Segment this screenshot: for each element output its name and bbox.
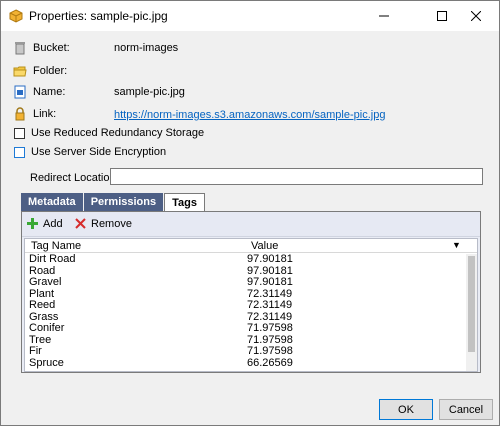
- reduced-redundancy-label: Use Reduced Redundancy Storage: [31, 127, 205, 139]
- table-row[interactable]: Dirt Road 97.90181: [25, 253, 465, 266]
- table-row[interactable]: Gravel 97.90181: [25, 276, 465, 289]
- table-row[interactable]: Reed 72.31149: [25, 299, 465, 312]
- tag-name-cell: Spruce: [29, 356, 64, 369]
- tab-metadata[interactable]: Metadata: [21, 193, 84, 211]
- grid-header: Tag Name Value ▼: [25, 239, 477, 253]
- table-row[interactable]: Road 97.90181: [25, 265, 465, 278]
- column-header-value[interactable]: Value: [251, 240, 278, 252]
- title-bar[interactable]: Properties: sample-pic.jpg: [1, 1, 499, 31]
- table-row[interactable]: Plant 72.31149: [25, 288, 465, 301]
- tags-grid[interactable]: Tag Name Value ▼ Dirt Road 97.90181 Road 9…: [24, 238, 478, 372]
- grid-rows: Dirt Road 97.90181 Road 97.90181 Gravel 97.…: [25, 253, 465, 370]
- bucket-label: Bucket:: [33, 42, 70, 54]
- sse-checkbox[interactable]: Use Server Side Encryption: [14, 146, 166, 158]
- name-value: sample-pic.jpg: [114, 86, 185, 98]
- table-row[interactable]: Fir 71.97598: [25, 345, 465, 358]
- remove-icon: [74, 217, 87, 230]
- properties-window: Properties: sample-pic.jpg Bucket: norm-…: [0, 0, 500, 426]
- sse-label: Use Server Side Encryption: [31, 146, 167, 158]
- column-header-tag-name[interactable]: Tag Name: [31, 240, 81, 252]
- table-row[interactable]: Grass 72.31149: [25, 311, 465, 324]
- tag-name-cell: Conifer: [29, 322, 65, 334]
- tag-name-cell: Dirt Road: [29, 253, 76, 265]
- add-label: Add: [43, 217, 63, 230]
- link-row: Link:: [13, 106, 113, 122]
- app-cube-icon: [9, 9, 23, 23]
- name-row: Name:: [13, 84, 113, 100]
- folder-icon: [13, 64, 27, 78]
- tab-tags[interactable]: Tags: [164, 193, 205, 212]
- table-row[interactable]: Conifer 71.97598: [25, 322, 465, 335]
- folder-row: Folder:: [13, 63, 113, 79]
- tags-panel: Add Remove Tag Name Value ▼ Dirt Road 97.…: [21, 211, 481, 373]
- checkbox-box[interactable]: [14, 127, 25, 139]
- tag-value-cell: 97.90181: [247, 276, 293, 288]
- table-row[interactable]: Tree 71.97598: [25, 334, 465, 347]
- redirect-location-label: Redirect Location:: [30, 172, 119, 184]
- window-title: Properties: sample-pic.jpg: [29, 9, 168, 23]
- add-icon: [26, 217, 39, 230]
- dialog-content: Bucket: norm-images Folder: Name: sample…: [1, 31, 499, 425]
- cancel-button[interactable]: Cancel: [439, 399, 493, 420]
- vertical-scrollbar[interactable]: [466, 254, 477, 371]
- minimize-button[interactable]: [361, 1, 407, 31]
- column-dropdown-icon[interactable]: ▼: [452, 240, 461, 250]
- ok-button[interactable]: OK: [379, 399, 433, 420]
- tag-value-cell: 71.97598: [247, 345, 293, 357]
- table-row[interactable]: Spruce 66.26569: [25, 356, 465, 370]
- minimize-icon: [379, 15, 389, 17]
- maximize-icon: [437, 11, 447, 21]
- tab-permissions[interactable]: Permissions: [83, 193, 165, 211]
- remove-tag-button[interactable]: Remove: [74, 217, 132, 230]
- scrollbar-thumb[interactable]: [468, 256, 475, 352]
- tag-value-cell: 97.90181: [247, 253, 293, 265]
- tab-strip: Metadata Permissions Tags: [21, 193, 205, 212]
- tag-name-cell: Reed: [29, 299, 56, 311]
- trash-bucket-icon: [13, 41, 27, 55]
- folder-label: Folder:: [33, 65, 68, 77]
- name-label: Name:: [33, 86, 66, 98]
- lock-icon: [13, 107, 27, 121]
- add-tag-button[interactable]: Add: [26, 217, 63, 230]
- tag-name-cell: Gravel: [29, 276, 62, 288]
- reduced-redundancy-checkbox[interactable]: Use Reduced Redundancy Storage: [14, 127, 204, 139]
- tag-value-cell: 71.97598: [247, 322, 293, 334]
- remove-label: Remove: [91, 217, 132, 230]
- redirect-location-input[interactable]: [110, 168, 483, 185]
- bucket-value: norm-images: [114, 42, 179, 54]
- tag-value-cell: 72.31149: [247, 299, 293, 311]
- checkbox-box[interactable]: [14, 146, 25, 158]
- close-button[interactable]: [453, 1, 499, 31]
- close-icon: [471, 11, 481, 21]
- object-link[interactable]: https://norm-images.s3.amazonaws.com/sam…: [114, 109, 385, 121]
- tag-name-cell: Fir: [29, 345, 42, 357]
- link-label: Link:: [33, 108, 57, 120]
- bucket-row: Bucket:: [13, 40, 113, 56]
- image-file-icon: [13, 85, 27, 99]
- tag-value-cell: 66.26569: [247, 356, 293, 369]
- tags-toolbar: Add Remove: [22, 212, 480, 237]
